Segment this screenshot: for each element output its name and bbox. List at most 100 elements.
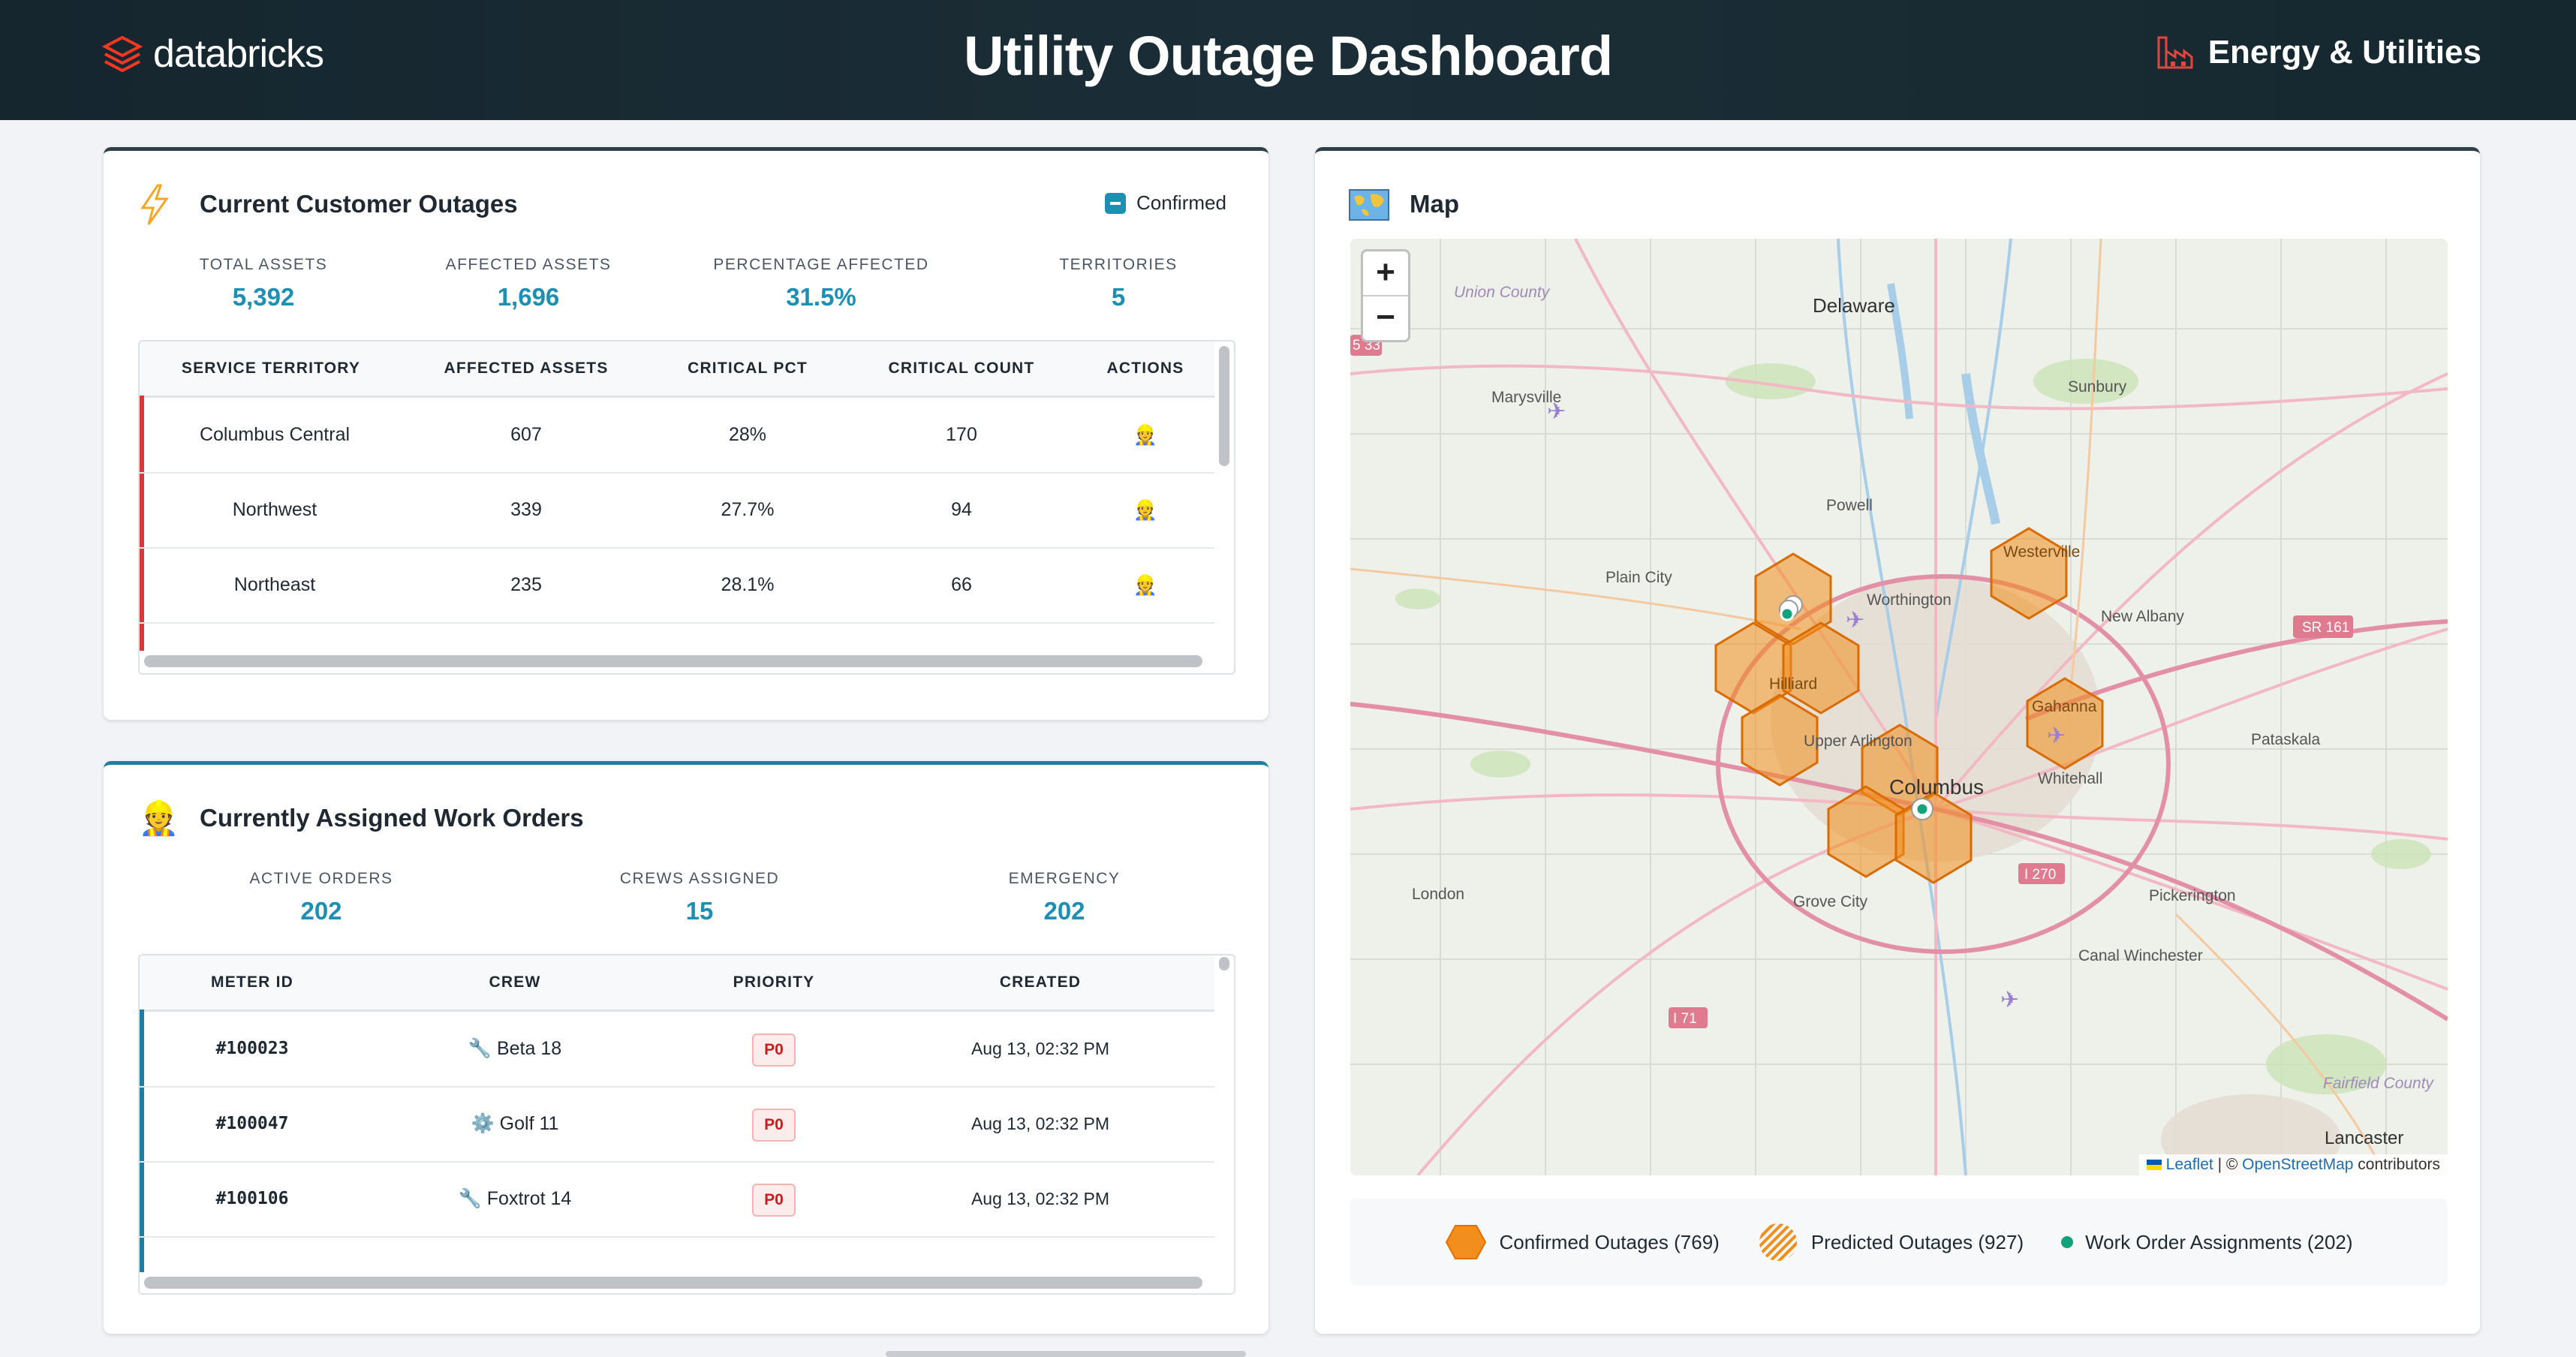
map-label: London [1412, 886, 1464, 903]
map-label: Columbus [1889, 775, 1984, 799]
vertical-scrollbar[interactable] [1219, 957, 1229, 970]
priority-cell: P0 [665, 1086, 883, 1161]
metric-active-orders: ACTIVE ORDERS 202 [186, 870, 456, 925]
column-header[interactable]: CRITICAL COUNT [845, 342, 1078, 396]
confirmed-checkbox[interactable] [1105, 192, 1126, 214]
table-header: METER ID CREW PRIORITY CREATED [140, 955, 1214, 1012]
priority-badge: P0 [752, 1109, 796, 1142]
table-row[interactable]: Northeast 235 28.1% 66 👷 [140, 547, 1214, 624]
vertical-scrollbar[interactable] [1219, 346, 1229, 466]
column-header[interactable]: AFFECTED ASSETS [402, 342, 650, 396]
industry-name: Energy & Utilities [2207, 34, 2481, 71]
metric-value: 202 [1043, 897, 1085, 925]
critical-pct-cell: 28% [728, 424, 767, 445]
legend-label: Predicted Outages (927) [1810, 1230, 2024, 1253]
industry-label: Energy & Utilities [2156, 33, 2481, 72]
table-row[interactable]: Northwest 339 27.7% 94 👷 [140, 472, 1214, 549]
metric-value: 202 [300, 897, 342, 925]
column-header[interactable]: ACTIONS [1078, 342, 1213, 396]
column-header[interactable]: PRIORITY [665, 955, 883, 1009]
worker-icon: 👷 [138, 800, 179, 837]
created-cell: Aug 13, 02:32 PM [971, 1189, 1110, 1208]
map-label: Gahanna [2032, 698, 2097, 715]
column-header[interactable]: CREW [365, 955, 665, 1009]
crew-cell: 🔧 Foxtrot 14 [365, 1161, 665, 1236]
metric-emergency: EMERGENCY 202 [929, 870, 1199, 925]
assign-crew-icon[interactable]: 👷 [1078, 397, 1213, 472]
assign-crew-icon[interactable]: 👷 [1078, 547, 1213, 622]
top-header: databricks Utility Outage Dashboard Ener… [0, 0, 2576, 120]
workorders-title: Currently Assigned Work Orders [200, 804, 584, 832]
metric-value: 15 [685, 897, 714, 925]
map-label: Powell [1826, 497, 1873, 514]
table-row[interactable]: #100047 ⚙️ Golf 11 P0 Aug 13, 02:32 PM [140, 1086, 1214, 1163]
column-header[interactable]: METER ID [140, 955, 365, 1009]
map-label: Westerville [2003, 543, 2080, 561]
metric-affected-assets: AFFECTED ASSETS 1,696 [393, 256, 664, 311]
legend-label: Confirmed Outages (769) [1499, 1230, 1720, 1253]
map-tiles[interactable]: ✈✈✈✈ Union County Delaware Marysville Su… [1350, 239, 2448, 1175]
outage-map[interactable]: ✈ ✈ ✈ ✈ Union County Delaware Marysville Su… [1350, 239, 2448, 1175]
legend-label: Work Order Assignments (202) [2085, 1230, 2353, 1253]
metric-value: 1,696 [497, 283, 560, 311]
osm-link[interactable]: OpenStreetMap [2242, 1156, 2353, 1173]
affected-cell: 339 [510, 499, 542, 520]
critical-count-cell: 66 [951, 574, 972, 595]
confirmed-label: Confirmed [1136, 191, 1226, 214]
table-row[interactable]: Columbus Central 607 28% 170 👷 [140, 397, 1214, 474]
map-label: I 270 [2024, 867, 2056, 883]
priority-cell: P0 [665, 1011, 883, 1086]
world-map-icon [1349, 189, 1389, 221]
metric-value: 5 [1111, 283, 1126, 311]
column-header[interactable]: CRITICAL PCT [650, 342, 845, 396]
legend-workorders: Work Order Assignments (202) [2061, 1230, 2353, 1254]
horizontal-scrollbar[interactable] [144, 1277, 1202, 1289]
zoom-out-button[interactable]: − [1363, 296, 1408, 340]
zoom-control: + − [1361, 249, 1410, 342]
meter-id-cell: #100023 [215, 1039, 289, 1058]
territory-cell: Northwest [232, 499, 317, 520]
lightning-icon [140, 184, 169, 225]
zoom-in-button[interactable]: + [1363, 251, 1408, 296]
legend-predicted: Predicted Outages (927) [1757, 1221, 2024, 1263]
map-label: New Albany [2101, 608, 2184, 625]
map-label: Upper Arlington [1804, 733, 1912, 750]
metric-crews-assigned: CREWS ASSIGNED 15 [564, 870, 835, 925]
map-label: Whitehall [2038, 770, 2102, 787]
svg-text:✈: ✈ [2047, 724, 2066, 748]
ukraine-flag-icon [2146, 1160, 2162, 1171]
leaflet-link[interactable]: Leaflet [2166, 1156, 2213, 1173]
outages-title: Current Customer Outages [200, 190, 518, 218]
metric-label: EMERGENCY [1008, 870, 1121, 887]
territory-cell: Northeast [233, 574, 316, 595]
metric-label: AFFECTED ASSETS [445, 256, 612, 273]
column-header[interactable]: SERVICE TERRITORY [140, 342, 402, 396]
table-row[interactable]: #100023 🔧 Beta 18 P0 Aug 13, 02:32 PM [140, 1011, 1214, 1088]
bottom-scroll-indicator[interactable] [886, 1351, 1246, 1357]
affected-cell: 235 [510, 574, 542, 595]
workorders-table: METER ID CREW PRIORITY CREATED #100023 🔧… [138, 954, 1235, 1295]
horizontal-scrollbar[interactable] [144, 655, 1202, 667]
assign-crew-icon[interactable]: 👷 [1078, 472, 1213, 547]
metric-label: CREWS ASSIGNED [619, 870, 780, 887]
confirmed-filter[interactable]: Confirmed [1105, 191, 1226, 215]
metric-total-assets: TOTAL ASSETS 5,392 [128, 256, 399, 311]
created-cell: Aug 13, 02:32 PM [971, 1039, 1110, 1058]
created-cell: Aug 13, 02:32 PM [971, 1114, 1110, 1133]
metric-label: ACTIVE ORDERS [249, 870, 393, 887]
map-label: Hilliard [1769, 675, 1817, 693]
factory-icon [2157, 36, 2193, 69]
metric-label: PERCENTAGE AFFECTED [713, 256, 929, 273]
map-label: Marysville [1491, 389, 1561, 406]
crew-cell: 🔧 Beta 18 [365, 1011, 665, 1086]
table-row[interactable]: #100106 🔧 Foxtrot 14 P0 Aug 13, 02:32 PM [140, 1161, 1214, 1238]
map-label: Pickerington [2149, 887, 2236, 904]
map-label: SR 161 [2302, 620, 2349, 636]
gear-icon: ⚙️ [471, 1113, 495, 1134]
metric-label: TOTAL ASSETS [199, 256, 328, 273]
crew-cell: ⚙️ Golf 11 [365, 1086, 665, 1161]
map-label: Plain City [1605, 569, 1672, 586]
map-label: Worthington [1867, 591, 1952, 609]
column-header[interactable]: CREATED [883, 955, 1198, 1009]
critical-count-cell: 94 [951, 499, 972, 520]
